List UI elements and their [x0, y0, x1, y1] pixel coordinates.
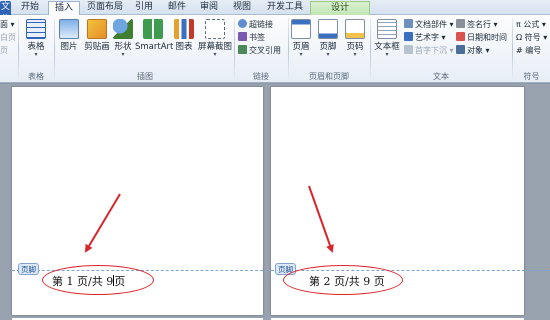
symbol-button[interactable]: Ω 符号 ▾ [516, 32, 547, 43]
tab-design[interactable]: 设计 [310, 1, 370, 15]
chart-icon [174, 19, 194, 39]
clipart-icon [87, 19, 107, 39]
object-button[interactable]: 对象 ▾ [456, 45, 490, 56]
picture-icon [59, 19, 79, 39]
quick-parts-label: 文档部件 ▾ [415, 20, 454, 29]
picture-label: 图片 [60, 42, 78, 52]
quick-parts-icon [404, 19, 413, 28]
tab-page-layout[interactable]: 页面布局 [82, 1, 128, 15]
cross-reference-button[interactable]: 交叉引用 [238, 45, 281, 56]
ribbon-tab-bar: 文件 开始 插入 页面布局 引用 邮件 审阅 视图 开发工具 设计 [0, 0, 550, 25]
ribbon-left-item-2[interactable]: 白页 [0, 32, 16, 43]
group-label-tables: 表格 [28, 72, 44, 81]
signature-line-icon [456, 19, 465, 28]
screenshot-button[interactable]: 屏幕截图 ▾ [197, 19, 233, 58]
textbox-button[interactable]: 文本框 ▾ [373, 19, 401, 58]
chevron-down-icon: ▾ [34, 51, 38, 58]
chevron-down-icon: ▾ [385, 51, 389, 58]
red-arrow-1 [84, 193, 121, 253]
arrow-annotations [84, 185, 334, 253]
smartart-icon [143, 19, 163, 39]
chevron-down-icon: ▾ [353, 51, 357, 58]
table-icon [26, 19, 46, 39]
chevron-down-icon: ▾ [213, 51, 217, 58]
hyperlink-button[interactable]: 超链接 [238, 19, 273, 30]
tab-file[interactable]: 文件 [0, 1, 11, 25]
calendar-icon [456, 32, 465, 41]
bookmark-icon [238, 32, 247, 41]
document-area[interactable]: 页脚 第 1 页/共 9页 页脚 第 2 页/共 9 页 [0, 84, 550, 320]
hyperlink-icon [238, 19, 247, 28]
picture-button[interactable]: 图片 [57, 19, 81, 52]
tab-review[interactable]: 审阅 [196, 1, 222, 15]
tab-mailings[interactable]: 邮件 [164, 1, 190, 15]
screenshot-icon [205, 19, 225, 39]
tab-references[interactable]: 引用 [131, 1, 157, 15]
table-button[interactable]: 表格 ▾ [22, 19, 50, 58]
group-label-illustrations: 插图 [137, 72, 153, 81]
group-label-text: 文本 [433, 72, 449, 81]
red-arrow-2 [308, 185, 334, 253]
group-label-header-footer: 页眉和页脚 [309, 72, 349, 81]
signature-line-label: 签名行 ▾ [467, 20, 498, 29]
footer-icon [318, 19, 338, 39]
chevron-down-icon: ▾ [326, 51, 330, 58]
cross-reference-icon [238, 45, 247, 54]
signature-line-button[interactable]: 签名行 ▾ [456, 19, 498, 30]
clipart-button[interactable]: 剪贴画 [82, 19, 112, 52]
shapes-button[interactable]: 形状 ▾ [112, 19, 134, 58]
tab-developer[interactable]: 开发工具 [262, 1, 308, 15]
bookmark-label: 书签 [249, 33, 265, 42]
cross-reference-label: 交叉引用 [249, 46, 281, 55]
page-number-icon [345, 19, 365, 39]
drop-cap-label: 首字下沉 ▾ [415, 46, 454, 55]
wordart-label: 艺术字 ▾ [415, 33, 446, 42]
page-number-button[interactable]: 页码 ▾ [345, 19, 365, 58]
bookmark-button[interactable]: 书签 [238, 32, 265, 43]
hyperlink-label: 超链接 [249, 20, 273, 29]
smartart-label: SmartArt [135, 42, 174, 52]
drop-cap-button[interactable]: 首字下沉 ▾ [404, 45, 454, 56]
header-button[interactable]: 页眉 ▾ [291, 19, 311, 58]
header-icon [291, 19, 311, 39]
textbox-icon [377, 19, 397, 39]
tab-home[interactable]: 开始 [13, 1, 47, 15]
group-label-symbols: 符号 [523, 72, 540, 81]
footer-button[interactable]: 页脚 ▾ [318, 19, 338, 58]
clipart-label: 剪贴画 [84, 42, 110, 52]
tab-view[interactable]: 视图 [229, 1, 255, 15]
ribbon-left-item-1[interactable]: 面 ▾ [0, 19, 15, 30]
equation-button[interactable]: π 公式 ▾ [516, 19, 546, 30]
smartart-button[interactable]: SmartArt [135, 19, 174, 52]
tab-insert[interactable]: 插入 [48, 1, 80, 15]
date-time-label: 日期和时间 [467, 33, 507, 42]
drop-cap-icon [404, 45, 413, 54]
object-icon [456, 45, 465, 54]
chevron-down-icon: ▾ [299, 51, 303, 58]
quick-parts-button[interactable]: 文档部件 ▾ [404, 19, 454, 30]
number-button[interactable]: # 编号 [516, 45, 541, 56]
chevron-down-icon: ▾ [121, 51, 125, 58]
group-label-links: 链接 [253, 72, 269, 81]
wordart-button[interactable]: 艺术字 ▾ [404, 32, 446, 43]
shapes-icon [113, 19, 133, 39]
object-label: 对象 ▾ [467, 46, 490, 55]
ribbon-left-item-3[interactable]: 页 [0, 45, 8, 56]
wordart-icon [404, 32, 413, 41]
ribbon: 面 ▾ 白页 页 表格 ▾ 表格 图片 剪贴画 形状 ▾ SmartArt 图表… [0, 15, 550, 83]
chart-button[interactable]: 图表 [172, 19, 196, 52]
chart-label: 图表 [175, 42, 193, 52]
date-time-button[interactable]: 日期和时间 [456, 32, 507, 43]
